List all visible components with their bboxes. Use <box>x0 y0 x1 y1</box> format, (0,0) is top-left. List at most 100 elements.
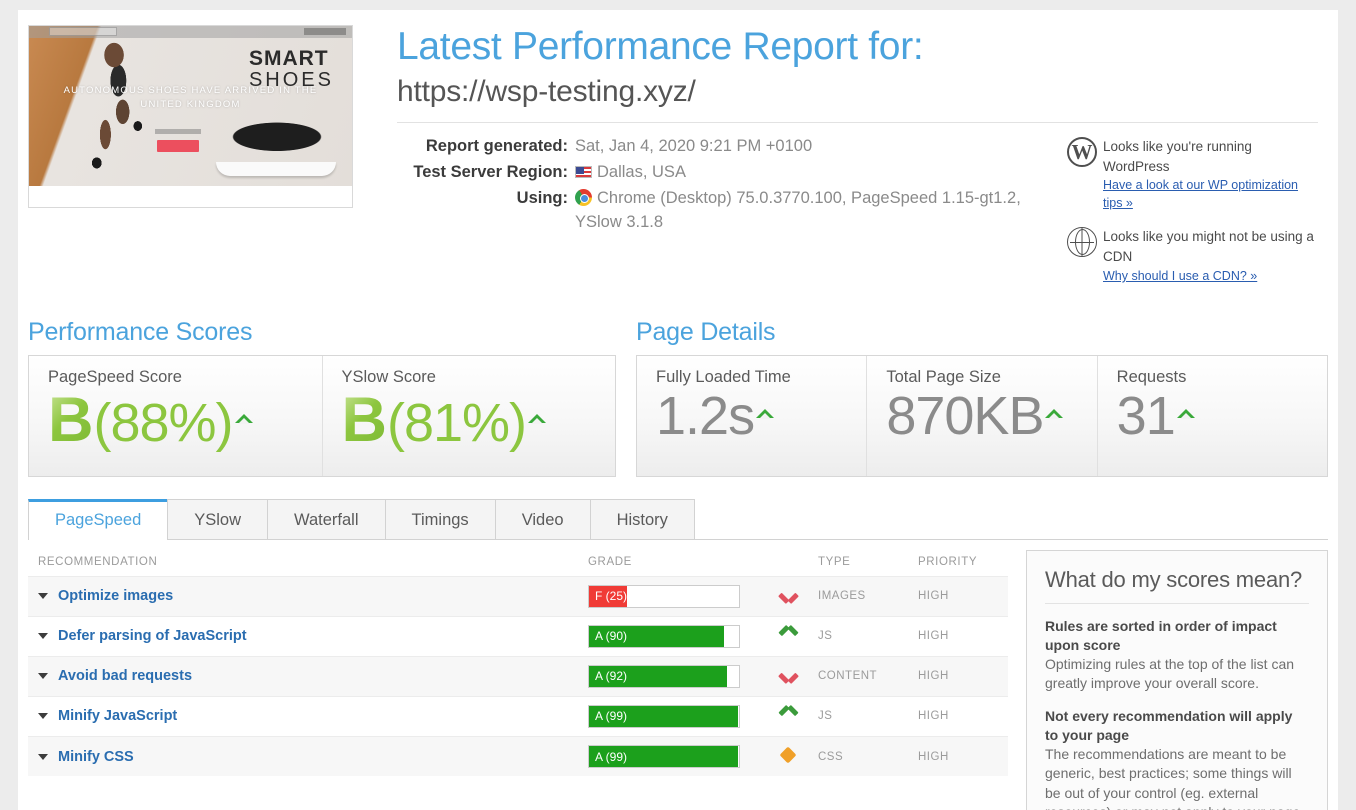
cell-recommendation: Avoid bad requests <box>28 656 588 696</box>
trend-up-chevron-icon <box>780 629 797 640</box>
grade-bar-label: A (99) <box>595 749 628 764</box>
expand-triangle-icon[interactable] <box>38 593 48 600</box>
grade-bar: A (92) <box>588 664 740 688</box>
recommendation-link[interactable]: Avoid bad requests <box>58 668 192 684</box>
cell-priority: HIGH <box>918 590 949 603</box>
chrome-icon <box>575 189 592 207</box>
tab-history[interactable]: History <box>589 498 695 539</box>
expand-triangle-icon[interactable] <box>38 633 48 640</box>
yslow-grade-letter: B <box>341 384 388 455</box>
total-page-size-value: 870KB <box>886 385 1044 446</box>
cell-grade: A (92) <box>588 656 758 696</box>
expand-triangle-icon[interactable] <box>38 753 48 760</box>
tab-timings[interactable]: Timings <box>384 498 496 539</box>
tested-url: https://wsp-testing.xyz/ <box>397 74 696 108</box>
table-row[interactable]: Optimize images F (25) IMAGES HIGH <box>28 576 1008 617</box>
grade-bar: A (99) <box>588 745 740 769</box>
trend-up-chevron-icon <box>780 709 797 720</box>
cell-priority: HIGH <box>918 710 949 723</box>
requests-trend-up-icon <box>1176 408 1195 419</box>
thumbnail-cta-button <box>157 140 199 152</box>
explainer-body-2: The recommendations are meant to be gene… <box>1045 746 1304 810</box>
tab-waterfall[interactable]: Waterfall <box>267 498 386 539</box>
grade-bar: A (99) <box>588 704 740 728</box>
header-divider <box>397 122 1318 124</box>
globe-cdn-icon <box>1067 226 1097 257</box>
cell-priority: HIGH <box>918 670 949 683</box>
fully-loaded-time-value: 1.2s <box>656 385 755 446</box>
tab-yslow[interactable]: YSlow <box>167 498 269 539</box>
cell-grade: A (99) <box>588 696 758 736</box>
meta-test-server-region: Test Server Region: Dallas, USA <box>397 161 1057 185</box>
table-row[interactable]: Avoid bad requests A (92) CONTENT HIGH <box>28 656 1008 697</box>
grade-bar-label: A (99) <box>595 709 628 724</box>
total-page-size-cell[interactable]: Total Page Size 870KB <box>866 355 1096 476</box>
grade-bar-label: A (92) <box>595 669 628 684</box>
performance-scores-box: PageSpeed Score B(88%) YSlow Score B(81%… <box>28 354 616 477</box>
total-page-size-trend-up-icon <box>1045 408 1064 419</box>
scores-explainer-box: What do my scores mean? Rules are sorted… <box>1026 549 1328 810</box>
requests-value: 31 <box>1116 385 1176 446</box>
meta-using: Using: Chrome (Desktop) 75.0.3770.100, P… <box>397 187 1057 235</box>
cell-type: JS <box>818 630 833 643</box>
cell-grade: A (99) <box>588 736 758 776</box>
site-thumbnail[interactable]: SMART SHOES AUTONOMOUS SHOES HAVE ARRIVE… <box>28 25 353 208</box>
why-use-cdn-link[interactable]: Why should I use a CDN? » <box>1103 267 1257 285</box>
notice-text-wrap: Looks like you're running WordPress Have… <box>1103 137 1318 213</box>
recommendation-link[interactable]: Defer parsing of JavaScript <box>58 628 247 644</box>
expand-triangle-icon[interactable] <box>38 673 48 680</box>
report-page: SMART SHOES AUTONOMOUS SHOES HAVE ARRIVE… <box>18 10 1338 810</box>
table-row[interactable]: Defer parsing of JavaScript A (90) JS HIGH <box>28 616 1008 657</box>
pagespeed-score-label: PageSpeed Score <box>48 367 182 386</box>
yslow-trend-up-icon <box>528 413 547 424</box>
notice-message: Looks like you might not be using a CDN <box>1103 228 1314 264</box>
table-row[interactable]: Minify CSS A (99) CSS HIGH <box>28 736 1008 777</box>
us-flag-icon <box>575 166 592 179</box>
requests-label: Requests <box>1116 367 1187 386</box>
performance-scores-panel: Performance Scores PageSpeed Score B(88%… <box>28 318 616 477</box>
fully-loaded-time-label: Fully Loaded Time <box>656 367 791 386</box>
pagespeed-grade-letter: B <box>48 384 94 455</box>
wp-optimization-tips-link[interactable]: Have a look at our WP optimization tips … <box>1103 176 1318 212</box>
meta-value: Dallas, USA <box>597 163 686 182</box>
expand-triangle-icon[interactable] <box>38 713 48 720</box>
grade-bar: A (90) <box>588 624 740 648</box>
meta-value-wrap: Dallas, USA <box>575 161 1057 185</box>
yslow-score-cell[interactable]: YSlow Score B(81%) <box>321 355 616 476</box>
pagespeed-score-cell[interactable]: PageSpeed Score B(88%) <box>29 356 322 476</box>
fully-loaded-time-trend-up-icon <box>756 408 775 419</box>
recommendation-link[interactable]: Minify CSS <box>58 749 134 765</box>
notice-cdn: Looks like you might not be using a CDN … <box>1067 226 1318 286</box>
cell-type: JS <box>818 710 833 723</box>
tab-pagespeed[interactable]: PageSpeed <box>28 498 169 540</box>
table-row[interactable]: Minify JavaScript A (99) JS HIGH <box>28 696 1008 737</box>
notice-text-wrap: Looks like you might not be using a CDN … <box>1103 227 1318 286</box>
page-details-panel: Page Details Fully Loaded Time 1.2s Tota… <box>636 318 1328 477</box>
pagespeed-score-value: B(88%) <box>48 388 322 453</box>
recommendations-table: RECOMMENDATION GRADE TYPE PRIORITY Optim… <box>28 540 1008 777</box>
fully-loaded-time-cell[interactable]: Fully Loaded Time 1.2s <box>637 356 866 476</box>
explainer-heading-2: Not every recommendation will apply to y… <box>1045 708 1293 744</box>
column-header-spacer <box>758 540 818 577</box>
column-header-grade: GRADE <box>588 555 632 568</box>
page-details-box: Fully Loaded Time 1.2s Total Page Size 8… <box>636 354 1328 477</box>
recommendation-link[interactable]: Minify JavaScript <box>58 708 177 724</box>
total-page-size-label: Total Page Size <box>886 367 1001 386</box>
recommendations-column: RECOMMENDATION GRADE TYPE PRIORITY Optim… <box>28 540 1008 810</box>
thumbnail-social-icons <box>304 28 346 35</box>
notice-wordpress: W Looks like you're running WordPress Ha… <box>1067 137 1318 213</box>
thumbnail-url-box <box>49 27 117 36</box>
cell-recommendation: Optimize images <box>28 576 588 616</box>
report-header: SMART SHOES AUTONOMOUS SHOES HAVE ARRIVE… <box>18 10 1338 300</box>
performance-scores-heading: Performance Scores <box>28 317 253 346</box>
column-header-recommendation: RECOMMENDATION <box>38 555 158 568</box>
recommendation-link[interactable]: Optimize images <box>58 588 173 604</box>
thumbnail-subtext <box>155 129 201 134</box>
tab-video[interactable]: Video <box>494 498 591 539</box>
thumbnail-image: SMART SHOES AUTONOMOUS SHOES HAVE ARRIVE… <box>29 26 352 186</box>
summary-panels: Performance Scores PageSpeed Score B(88%… <box>18 300 1338 477</box>
report-meta-row: Report generated: Sat, Jan 4, 2020 9:21 … <box>397 135 1318 300</box>
requests-cell[interactable]: Requests 31 <box>1096 355 1327 476</box>
thumbnail-shoe-product <box>212 116 342 176</box>
pagespeed-grade-percent: (88%) <box>93 392 234 453</box>
